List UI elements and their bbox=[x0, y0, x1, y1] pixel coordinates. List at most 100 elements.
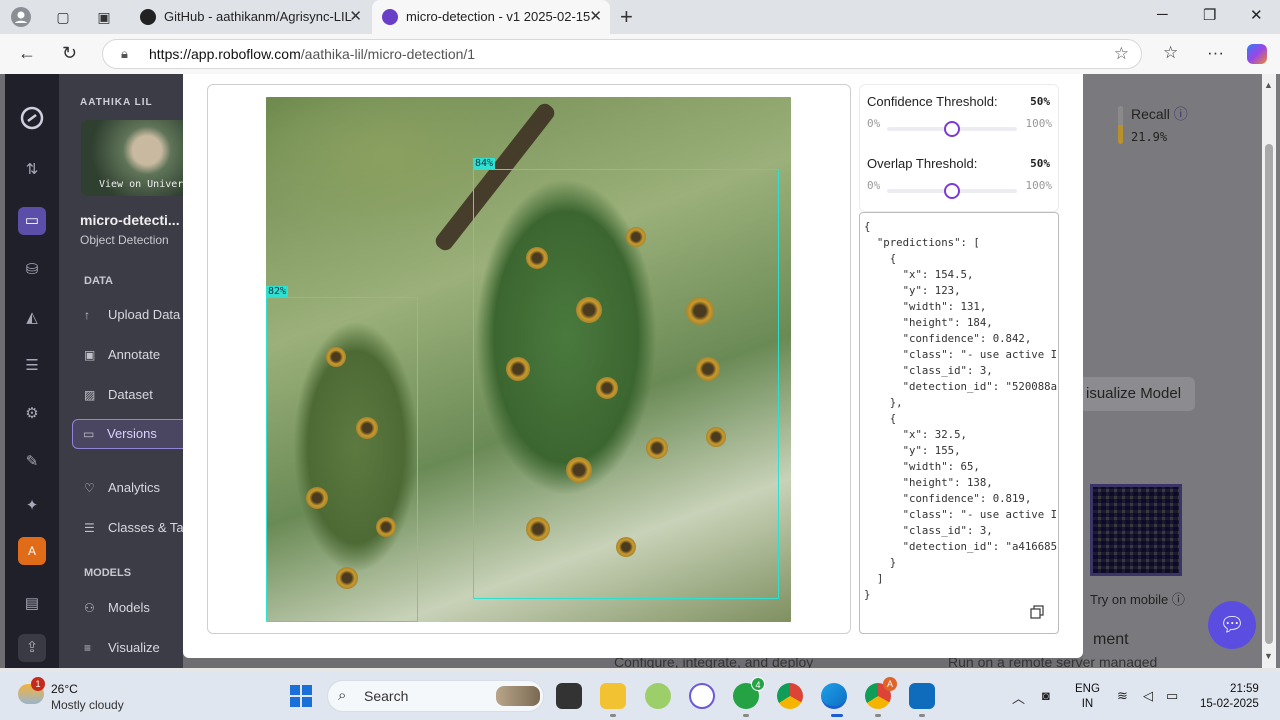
sidebar-item-annotate[interactable]: ▣ Annotate bbox=[84, 347, 160, 362]
chat-support-button[interactable]: 💬︎ bbox=[1208, 601, 1256, 649]
start-icon[interactable] bbox=[290, 685, 312, 707]
detection-box[interactable]: 82% bbox=[266, 286, 418, 622]
close-tab-icon[interactable]: ✕ bbox=[589, 0, 602, 34]
visualize-model-button[interactable]: isualize Model bbox=[1080, 377, 1195, 411]
roboflow-logo-icon[interactable] bbox=[18, 106, 46, 134]
copy-icon[interactable] bbox=[1030, 605, 1044, 619]
clock[interactable]: 21:59 15-02-2025 bbox=[1200, 682, 1259, 712]
running-indicator bbox=[919, 714, 925, 717]
wifi-icon[interactable]: ≋ bbox=[1117, 688, 1128, 704]
overlap-slider[interactable] bbox=[887, 183, 1017, 199]
collections-icon[interactable]: ▢ bbox=[52, 6, 74, 28]
detection-box[interactable]: 84% bbox=[473, 158, 779, 599]
task-view-icon[interactable] bbox=[556, 683, 582, 709]
recall-metric: Recall ⓘ 21.9% bbox=[1131, 104, 1188, 144]
storage-icon[interactable]: ☰ bbox=[18, 352, 46, 380]
favorites-icon[interactable]: ☆ bbox=[1163, 43, 1178, 63]
sidebar-item-visualize[interactable]: ≡ Visualize bbox=[84, 640, 160, 655]
project-thumbnail[interactable]: View on Universe bbox=[81, 120, 183, 196]
chrome-profile-icon[interactable]: A bbox=[865, 677, 897, 709]
file-explorer-icon[interactable] bbox=[600, 683, 626, 709]
close-window-icon[interactable]: ✕ bbox=[1250, 6, 1263, 24]
scroll-down-icon[interactable]: ▼ bbox=[1264, 651, 1273, 661]
chart-icon: ≡ bbox=[84, 641, 92, 655]
scrollbar-thumb[interactable] bbox=[1265, 144, 1273, 644]
camera-icon[interactable]: ◙ bbox=[1042, 688, 1050, 703]
project-type: Object Detection bbox=[80, 233, 169, 247]
confidence-slider[interactable] bbox=[887, 121, 1017, 137]
profile-icon[interactable] bbox=[10, 6, 32, 28]
copilot-app-icon[interactable] bbox=[689, 683, 715, 709]
universe-icon[interactable]: ⛁ bbox=[18, 256, 46, 284]
minimize-icon[interactable]: ─ bbox=[1157, 6, 1168, 23]
edge-icon[interactable] bbox=[821, 683, 847, 709]
sidebar-item-models[interactable]: ⚇ Models bbox=[84, 600, 150, 615]
recall-bar bbox=[1118, 106, 1123, 144]
leaf-photo: 84% 82% bbox=[266, 97, 791, 622]
chrome-icon[interactable] bbox=[777, 683, 803, 709]
close-tab-icon[interactable]: ✕ bbox=[349, 0, 362, 34]
outlook-icon[interactable] bbox=[909, 683, 935, 709]
recall-value: 21.9% bbox=[1131, 130, 1168, 144]
view-on-universe-link[interactable]: View on Universe bbox=[99, 179, 183, 190]
sidebar-item-classes[interactable]: ☰Classes & Tags bbox=[84, 520, 183, 535]
tab-roboflow[interactable]: micro-detection - v1 2025-02-15 ✕ bbox=[372, 0, 610, 34]
deploy-icon[interactable]: ✎ bbox=[18, 448, 46, 476]
section-models: MODELS bbox=[84, 567, 132, 579]
language-indicator[interactable]: ENG IN bbox=[1075, 682, 1100, 712]
overlap-slider-handle[interactable] bbox=[944, 183, 960, 199]
weather-badge: 1 bbox=[31, 677, 45, 691]
heart-icon: ♡ bbox=[84, 481, 95, 495]
tab-actions-icon[interactable]: ▣ bbox=[93, 6, 115, 28]
overlap-min: 0% bbox=[867, 179, 881, 192]
github-icon bbox=[140, 9, 156, 25]
json-output-panel[interactable]: { "predictions": [ { "x": 154.5, "y": 12… bbox=[859, 212, 1059, 634]
windows-taskbar: 1 26°C Mostly cloudy ⌕ Search 4 A ︿ ◙ EN… bbox=[0, 672, 1280, 720]
sidebar-item-upload[interactable]: ↑ Upload Data bbox=[84, 307, 180, 322]
project-sidebar: AATHIKA LIL View on Universe micro-detec… bbox=[59, 74, 183, 668]
overlap-max: 100% bbox=[1025, 179, 1053, 192]
project-name: micro-detecti... bbox=[80, 212, 180, 228]
confidence-max: 100% bbox=[1025, 117, 1053, 130]
settings-icon[interactable]: ⚙ bbox=[18, 400, 46, 428]
refresh-icon[interactable]: ↻ bbox=[62, 43, 77, 64]
clock-time: 21:59 bbox=[1230, 683, 1259, 695]
analytics-icon[interactable]: ◭ bbox=[18, 304, 46, 332]
address-bar-row: ← ↻ 🔒︎ https://app.roboflow.com/aathika-… bbox=[0, 34, 1280, 74]
confidence-label: Confidence Threshold: bbox=[867, 94, 998, 109]
sidebar-item-analytics[interactable]: ♡ Analytics bbox=[84, 480, 160, 495]
sidebar-item-versions[interactable]: ▭ Versions bbox=[72, 419, 183, 449]
account-avatar[interactable]: A bbox=[18, 537, 46, 565]
copilot-icon[interactable] bbox=[1247, 44, 1267, 64]
help-icon[interactable]: ⓘ bbox=[1174, 106, 1188, 122]
scroll-up-icon[interactable]: ▲ bbox=[1264, 80, 1273, 90]
clock-date: 15-02-2025 bbox=[1200, 698, 1259, 710]
tray-chevron-icon[interactable]: ︿ bbox=[1012, 688, 1025, 707]
volume-icon[interactable]: ◁ bbox=[1143, 688, 1153, 704]
more-menu-icon[interactable]: ··· bbox=[1207, 43, 1224, 63]
new-tab-icon[interactable]: + bbox=[620, 4, 633, 30]
chrome-profile-badge: A bbox=[883, 677, 897, 691]
versions-icon: ▭ bbox=[83, 427, 95, 441]
confidence-slider-handle[interactable] bbox=[944, 121, 960, 137]
sort-icon[interactable]: ⇅ bbox=[18, 156, 46, 184]
overlap-label: Overlap Threshold: bbox=[867, 156, 978, 171]
favorite-star-icon[interactable]: ☆ bbox=[1114, 40, 1129, 68]
restore-icon[interactable]: ❐ bbox=[1203, 6, 1216, 24]
workflow-icon[interactable]: ✦ bbox=[18, 492, 46, 520]
whatsapp-icon[interactable]: 4 bbox=[733, 677, 765, 709]
try-on-mobile-link[interactable]: Try on mobile ⓘ bbox=[1090, 589, 1185, 608]
projects-icon[interactable]: ▭ bbox=[18, 207, 46, 235]
upload-icon[interactable]: ⇪ bbox=[18, 634, 46, 662]
url-field[interactable]: 🔒︎ https://app.roboflow.com/aathika-lil/… bbox=[102, 39, 1142, 69]
annotate-icon: ▣ bbox=[84, 348, 96, 362]
roboflow-app: ⇅ ▭ ⛁ ◭ ☰ ⚙ ✎ ✦ A ▤ ⇪ AATHIKA LIL View o… bbox=[0, 74, 1280, 668]
docs-icon[interactable]: ▤ bbox=[18, 590, 46, 618]
active-indicator bbox=[831, 714, 843, 717]
sidebar-item-dataset[interactable]: ▨ Dataset bbox=[84, 387, 153, 402]
back-icon[interactable]: ← bbox=[18, 43, 36, 64]
tab-github[interactable]: GitHub - aathikanm/Agrisync-LIL ✕ bbox=[130, 0, 370, 34]
page-scrollbar[interactable]: ▲ ▼ bbox=[1262, 74, 1276, 668]
maps-app-icon[interactable] bbox=[645, 683, 671, 709]
battery-icon[interactable]: ▭ bbox=[1166, 688, 1178, 704]
